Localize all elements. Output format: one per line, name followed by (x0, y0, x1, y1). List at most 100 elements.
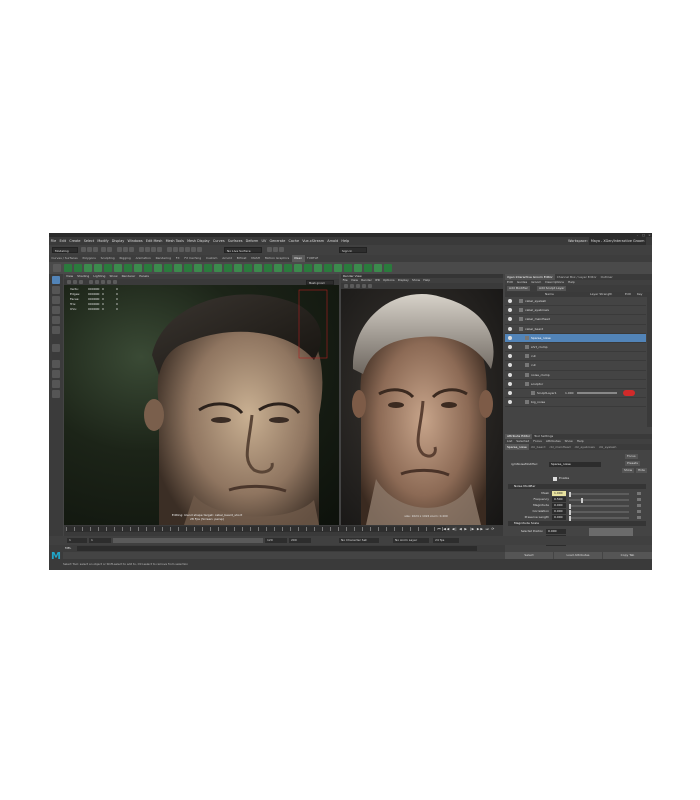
comb-brush-icon[interactable] (94, 264, 102, 272)
noise-brush-icon[interactable] (144, 264, 152, 272)
cache-icon[interactable] (334, 264, 342, 272)
playback-controls[interactable]: ⏮ ◀◀ ◀| ◀ ▶ |▶ ▶▶ ⏭ ⟳ (437, 526, 495, 532)
width-brush-icon[interactable] (174, 264, 182, 272)
layer-row[interactable]: big_noise (505, 398, 646, 408)
menu-help[interactable]: Help (340, 237, 351, 245)
visibility-eye-icon[interactable] (508, 372, 512, 377)
mirror-brush-icon[interactable] (304, 264, 312, 272)
noise-modifier-section[interactable]: Noise Modifier (508, 484, 646, 489)
smear-brush-icon[interactable] (284, 264, 292, 272)
menu-file[interactable]: File (49, 237, 58, 245)
move-tool-icon[interactable] (52, 306, 60, 314)
cut-brush-icon[interactable] (114, 264, 122, 272)
param-slider[interactable] (569, 491, 629, 497)
enable-checkbox[interactable] (553, 477, 557, 481)
hypershade-icon[interactable] (191, 247, 196, 252)
visibility-eye-icon[interactable] (508, 317, 512, 322)
command-input[interactable] (77, 546, 477, 551)
rotate-brush-icon[interactable] (264, 264, 272, 272)
shelf-tab-xgen[interactable]: XGen (291, 255, 305, 262)
workspace-selector[interactable]: Workspace: Maya - XGen/Interactive Groom (567, 237, 649, 245)
select-component-icon[interactable] (129, 247, 134, 252)
load-attributes-button[interactable]: Load Attributes (554, 552, 602, 559)
camera-attributes-icon[interactable] (67, 279, 71, 284)
layer-row[interactable]: shrt_clump (505, 343, 646, 353)
shelf-tab-bifrost[interactable]: Bifrost (234, 255, 248, 262)
sculpt-layer-icon[interactable] (314, 264, 322, 272)
layer-row[interactable]: Sparse_noise (505, 333, 646, 343)
menu-arnold[interactable]: Arnold (326, 237, 340, 245)
persp-graph-layout-icon[interactable] (52, 390, 60, 398)
add-modifier-button[interactable]: Add Modifier (507, 286, 530, 291)
menu-select[interactable]: Select (82, 237, 96, 245)
param-slider[interactable] (569, 515, 629, 521)
layer-strength-slider[interactable] (577, 391, 617, 394)
param-slider[interactable] (569, 509, 629, 515)
select-tool-icon[interactable] (52, 276, 60, 284)
node-tab-cbl-eyelash[interactable]: cbl_eyelash (597, 444, 619, 450)
start-time-field[interactable]: 1 (67, 538, 87, 543)
slider-handle[interactable] (569, 491, 571, 497)
visibility-eye-icon[interactable] (508, 299, 512, 303)
snap-grid-icon[interactable] (139, 247, 144, 252)
time-slider[interactable]: ⏮ ◀◀ ◀| ◀ ▶ |▶ ▶▶ ⏭ ⟳ (64, 525, 503, 536)
render-frame-icon[interactable] (173, 247, 178, 252)
grab-brush-icon[interactable] (214, 264, 222, 272)
menu-modify[interactable]: Modify (96, 237, 110, 245)
map-button-icon[interactable] (637, 510, 641, 513)
scale-tool-icon[interactable] (52, 326, 60, 334)
layer-strength-value[interactable]: 1.000 (565, 389, 574, 397)
menu-edit-mesh[interactable]: Edit Mesh (144, 237, 164, 245)
copy-tab-button[interactable]: Copy Tab (603, 552, 652, 559)
open-scene-icon[interactable] (87, 247, 92, 252)
map-button-icon[interactable] (637, 504, 641, 507)
density-brush-icon[interactable] (164, 264, 172, 272)
shelf-tab-rendering[interactable]: Rendering (153, 255, 173, 262)
layer-row[interactable]: SculptLayer1 1.000 (505, 389, 646, 399)
persp-outliner-layout-icon[interactable] (52, 380, 60, 388)
guides-icon[interactable] (354, 264, 362, 272)
visibility-eye-icon[interactable] (508, 381, 512, 386)
node-tab-cbl-eyebrows[interactable]: cbl_eyebrows (573, 444, 597, 450)
redo-render-icon[interactable] (344, 283, 348, 288)
menu-edit[interactable]: Edit (58, 237, 68, 245)
range-end-field[interactable]: 120 (265, 538, 287, 543)
undo-icon[interactable] (101, 247, 106, 252)
shelf-tab-animation[interactable]: Animation (133, 255, 153, 262)
shelf-tab-motion-graphics[interactable]: Motion Graphics (262, 255, 291, 262)
visibility-eye-icon[interactable] (508, 354, 512, 359)
shelf-tab-sculpting[interactable]: Sculpting (98, 255, 117, 262)
snap-view-icon[interactable] (157, 247, 162, 252)
export-icon[interactable] (374, 264, 382, 272)
timeline-ticks[interactable] (66, 526, 446, 532)
magnitude-scale-section[interactable]: Magnitude Scale (508, 521, 646, 526)
ramp-param-field[interactable]: 0.000 (546, 529, 566, 534)
bookmarks-icon[interactable] (73, 279, 77, 284)
preview-icon[interactable] (384, 264, 392, 272)
range-start-field[interactable]: 1 (89, 538, 111, 543)
menu-windows[interactable]: Windows (126, 237, 144, 245)
layer-row[interactable]: cabel_eyebrows (505, 306, 646, 316)
new-scene-icon[interactable] (81, 247, 86, 252)
layer-row[interactable]: cut (505, 352, 646, 362)
repel-brush-icon[interactable] (254, 264, 262, 272)
select-brush-icon[interactable] (204, 264, 212, 272)
place-brush-icon[interactable] (84, 264, 92, 272)
layer-row[interactable]: cut (505, 361, 646, 371)
shelf-tab-rigging[interactable]: Rigging (117, 255, 133, 262)
smooth-brush-icon[interactable] (134, 264, 142, 272)
sign-in-button[interactable]: Sign In (339, 247, 367, 253)
map-button-icon[interactable] (637, 492, 641, 495)
layer-row[interactable]: sculptor (505, 380, 646, 389)
shelf-tab-mash[interactable]: MASH (249, 255, 263, 262)
menu-display[interactable]: Display (110, 237, 126, 245)
shelf-tab-fx-caching[interactable]: FX Caching (182, 255, 204, 262)
slider-handle[interactable] (569, 503, 571, 509)
grid-toggle-icon[interactable] (89, 279, 93, 284)
shelf-tab-curves-surfaces[interactable]: Curves / Surfaces (49, 255, 80, 262)
param-value-field[interactable]: 0.000 (552, 503, 566, 508)
show-manipulator-icon[interactable] (52, 344, 60, 352)
select-hierarchy-icon[interactable] (117, 247, 122, 252)
twist-brush-icon[interactable] (234, 264, 242, 272)
presets-button[interactable]: Presets (625, 461, 640, 466)
